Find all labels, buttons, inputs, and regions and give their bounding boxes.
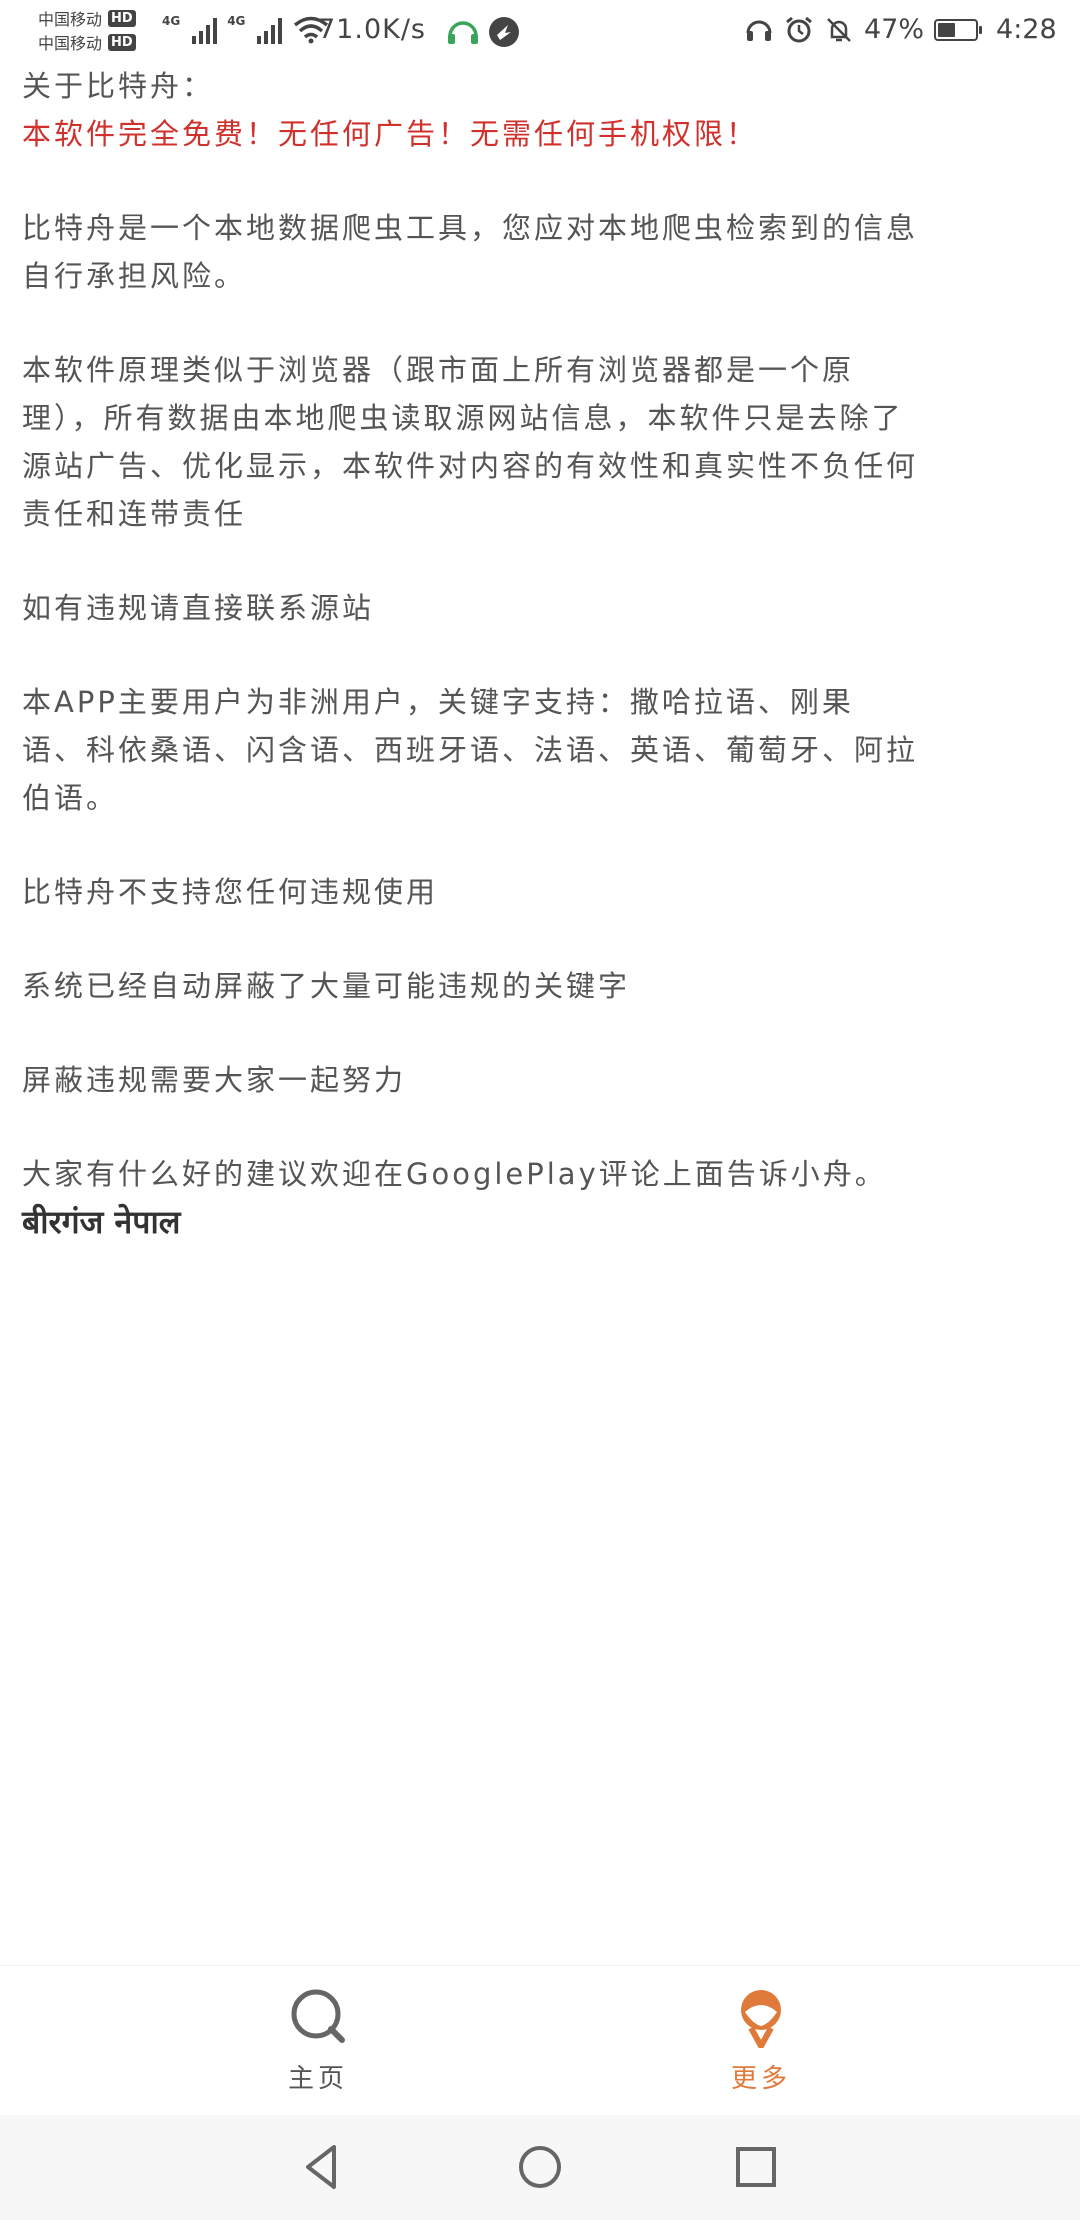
signal-bars-icon xyxy=(192,18,218,44)
paragraph-line: 自行承担风险。 xyxy=(22,259,247,293)
paragraph-line: 语、科依桑语、闪含语、西班牙语、法语、英语、葡萄牙、阿拉 xyxy=(22,733,919,767)
paragraph-line: 理），所有数据由本地爬虫读取源网站信息，本软件只是去除了 xyxy=(22,401,904,435)
headset-icon xyxy=(448,21,478,44)
paragraph-line: 如有违规请直接联系源站 xyxy=(22,591,375,625)
battery-percent: 47% xyxy=(864,14,925,45)
about-content: 关于比特舟： 本软件完全免费！无任何广告！无需任何手机权限！ 比特舟是一个本地数… xyxy=(22,62,1062,1246)
alarm-icon xyxy=(786,16,812,42)
nav-home-label: 主页 xyxy=(287,2064,348,2094)
system-status-icons: 47% 4:28 xyxy=(744,14,1057,45)
more-icon xyxy=(741,1990,781,2048)
status-bar: 中国移动 HD 中国移动 HD 4G 4G 71.0K/s 47% 4:28 xyxy=(0,0,1080,64)
bird-app-icon xyxy=(489,17,519,47)
paragraph-line: 责任和连带责任 xyxy=(22,497,247,531)
recent-apps-icon[interactable] xyxy=(728,2139,784,2195)
location-text: बीरगंज नेपाल xyxy=(22,1203,181,1241)
notification-icons xyxy=(446,16,520,48)
signal-indicators: 4G 4G xyxy=(162,14,330,44)
free-notice: 本软件完全免费！无任何广告！无需任何手机权限！ xyxy=(22,117,759,151)
net-speed: 71.0K/s xyxy=(318,14,426,45)
back-icon[interactable] xyxy=(296,2139,352,2195)
nav-more[interactable]: 更多 xyxy=(681,1984,841,2095)
paragraph-line: 屏蔽违规需要大家一起努力 xyxy=(22,1063,407,1097)
paragraph-line: 伯语。 xyxy=(22,781,119,815)
paragraph-line: 本软件原理类似于浏览器（跟市面上所有浏览器都是一个原 xyxy=(22,353,855,387)
paragraph-line: 比特舟是一个本地数据爬虫工具，您应对本地爬虫检索到的信息 xyxy=(22,211,919,245)
paragraph-line: 系统已经自动屏蔽了大量可能违规的关键字 xyxy=(22,969,631,1003)
carrier-info: 中国移动 HD 中国移动 HD xyxy=(38,6,136,54)
hd-badge: HD xyxy=(108,9,136,27)
carrier-2: 中国移动 xyxy=(38,34,103,53)
battery-fill xyxy=(938,22,955,37)
paragraph-line: 本APP主要用户为非洲用户，关键字支持：撒哈拉语、刚果 xyxy=(22,685,854,719)
paragraph-line: 源站广告、优化显示，本软件对内容的有效性和真实性不负任何 xyxy=(22,449,919,483)
paragraph-line: 比特舟不支持您任何违规使用 xyxy=(22,875,439,909)
headphones-icon xyxy=(746,20,772,41)
system-nav-bar xyxy=(0,2115,1080,2220)
about-title: 关于比特舟： xyxy=(22,69,215,103)
bottom-nav: 主页 更多 xyxy=(0,1965,1080,2116)
battery-icon xyxy=(934,18,983,41)
search-icon xyxy=(291,1989,345,2043)
paragraph-line: 大家有什么好的建议欢迎在GooglePlay评论上面告诉小舟。 xyxy=(22,1157,887,1191)
hd-badge: HD xyxy=(108,33,136,51)
network-type-2: 4G xyxy=(227,14,246,28)
nav-home[interactable]: 主页 xyxy=(238,1984,398,2095)
home-circle-icon[interactable] xyxy=(512,2139,568,2195)
network-type-1: 4G xyxy=(162,14,181,28)
mute-bell-icon xyxy=(827,17,851,42)
carrier-1: 中国移动 xyxy=(38,10,103,29)
nav-more-label: 更多 xyxy=(730,2064,791,2094)
signal-bars-icon xyxy=(257,18,283,44)
clock: 4:28 xyxy=(996,14,1057,45)
